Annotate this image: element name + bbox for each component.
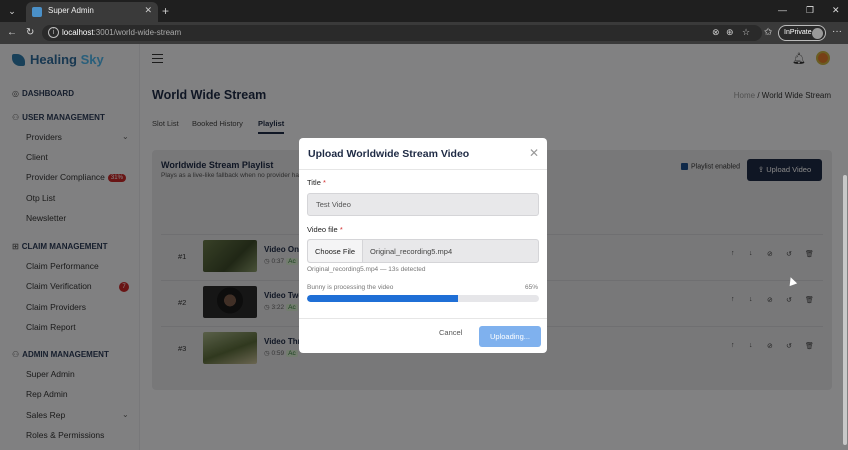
refresh-icon[interactable]: ↻	[26, 26, 34, 40]
divider	[299, 169, 547, 170]
minimize-icon[interactable]: —	[778, 3, 787, 17]
choose-file-button[interactable]: Choose File	[308, 240, 363, 262]
divider	[299, 318, 547, 319]
close-icon[interactable]: ✕	[529, 146, 539, 160]
scrollbar-thumb[interactable]	[843, 175, 847, 445]
file-info: Original_recording5.mp4 — 13s detected	[307, 266, 426, 273]
modal-title: Upload Worldwide Stream Video	[308, 148, 470, 160]
window-close-icon[interactable]: ✕	[832, 3, 840, 17]
close-icon[interactable]: ✕	[144, 5, 152, 16]
progress-percent: 65%	[524, 284, 538, 291]
file-input[interactable]: Choose File Original_recording5.mp4	[307, 239, 539, 263]
uploading-button[interactable]: Uploading...	[479, 326, 541, 347]
favicon-icon	[32, 7, 42, 17]
upload-modal: Upload Worldwide Stream Video ✕ Title * …	[299, 138, 547, 353]
title-input[interactable]	[307, 193, 539, 216]
progress-label: Bunny is processing the video	[307, 284, 394, 291]
back-icon[interactable]: ←	[7, 26, 17, 40]
zoom-icon[interactable]: ⊕	[726, 27, 734, 38]
url-text: localhost:3001/world-wide-stream	[62, 28, 182, 37]
favorites-icon[interactable]: ✩	[764, 26, 772, 40]
tab-menu-icon[interactable]: ⌄	[4, 3, 20, 19]
address-bar: ← ↻ i localhost:3001/world-wide-stream ⊗…	[0, 22, 848, 44]
info-icon[interactable]: i	[48, 27, 59, 38]
tracking-icon[interactable]: ⊗	[712, 27, 720, 38]
restore-icon[interactable]: ❐	[806, 3, 814, 17]
url-field[interactable]: i localhost:3001/world-wide-stream ⊗ ⊕ ☆	[42, 25, 762, 41]
title-label: Title *	[307, 178, 326, 187]
browser-tab[interactable]: Super Admin ✕	[26, 2, 158, 22]
progress-bar	[307, 295, 539, 302]
inprivate-badge[interactable]: InPrivate	[778, 25, 826, 41]
more-icon[interactable]: ···	[832, 26, 842, 37]
plus-icon[interactable]: +	[162, 3, 169, 19]
profile-icon	[812, 28, 823, 39]
file-label: Video file *	[307, 225, 343, 234]
progress-fill	[307, 295, 458, 302]
browser-tab-bar: ⌄ Super Admin ✕ + — ❐ ✕	[0, 0, 848, 22]
tab-title: Super Admin	[48, 6, 94, 15]
file-name: Original_recording5.mp4	[370, 247, 453, 256]
star-icon[interactable]: ☆	[742, 27, 750, 38]
cancel-button[interactable]: Cancel	[439, 328, 462, 337]
